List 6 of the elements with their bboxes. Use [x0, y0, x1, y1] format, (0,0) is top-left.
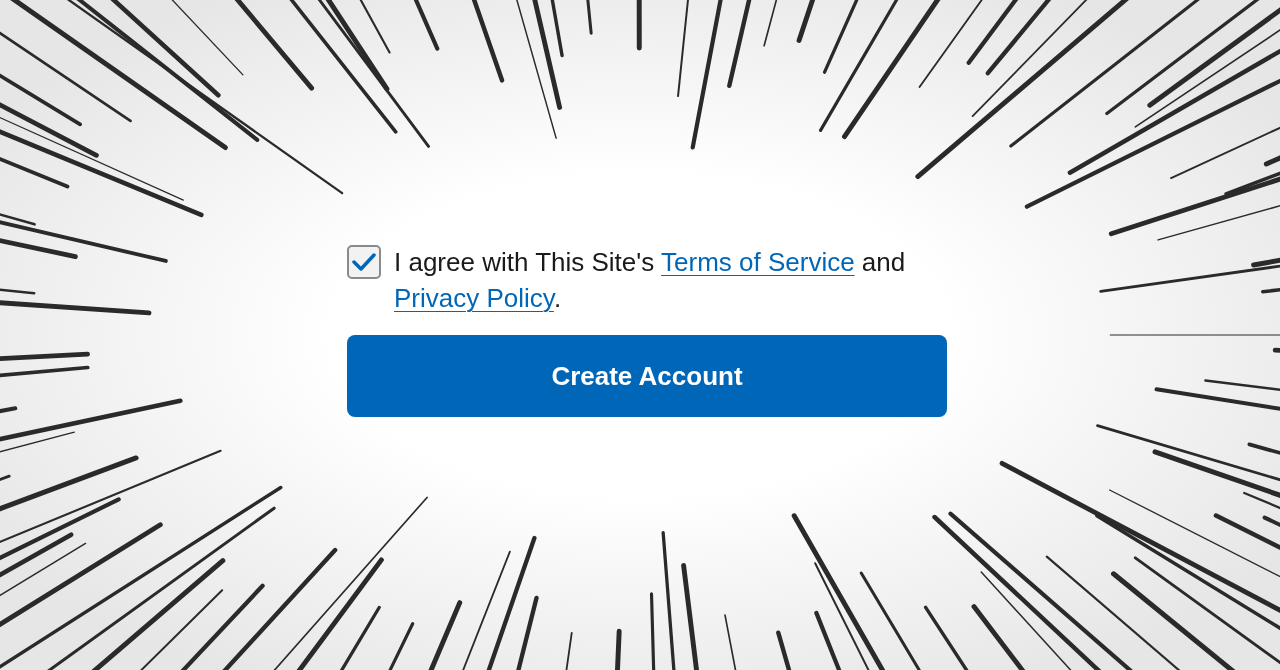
- checkmark-icon: [352, 252, 376, 272]
- consent-text: I agree with This Site's Terms of Service and Privacy Policy.: [394, 246, 907, 315]
- checkbox[interactable]: [347, 245, 381, 279]
- policy-link[interactable]: Terms of Service: [661, 247, 855, 277]
- policy-link[interactable]: Privacy Policy: [394, 283, 554, 313]
- create-account-button[interactable]: Create Account: [347, 335, 947, 417]
